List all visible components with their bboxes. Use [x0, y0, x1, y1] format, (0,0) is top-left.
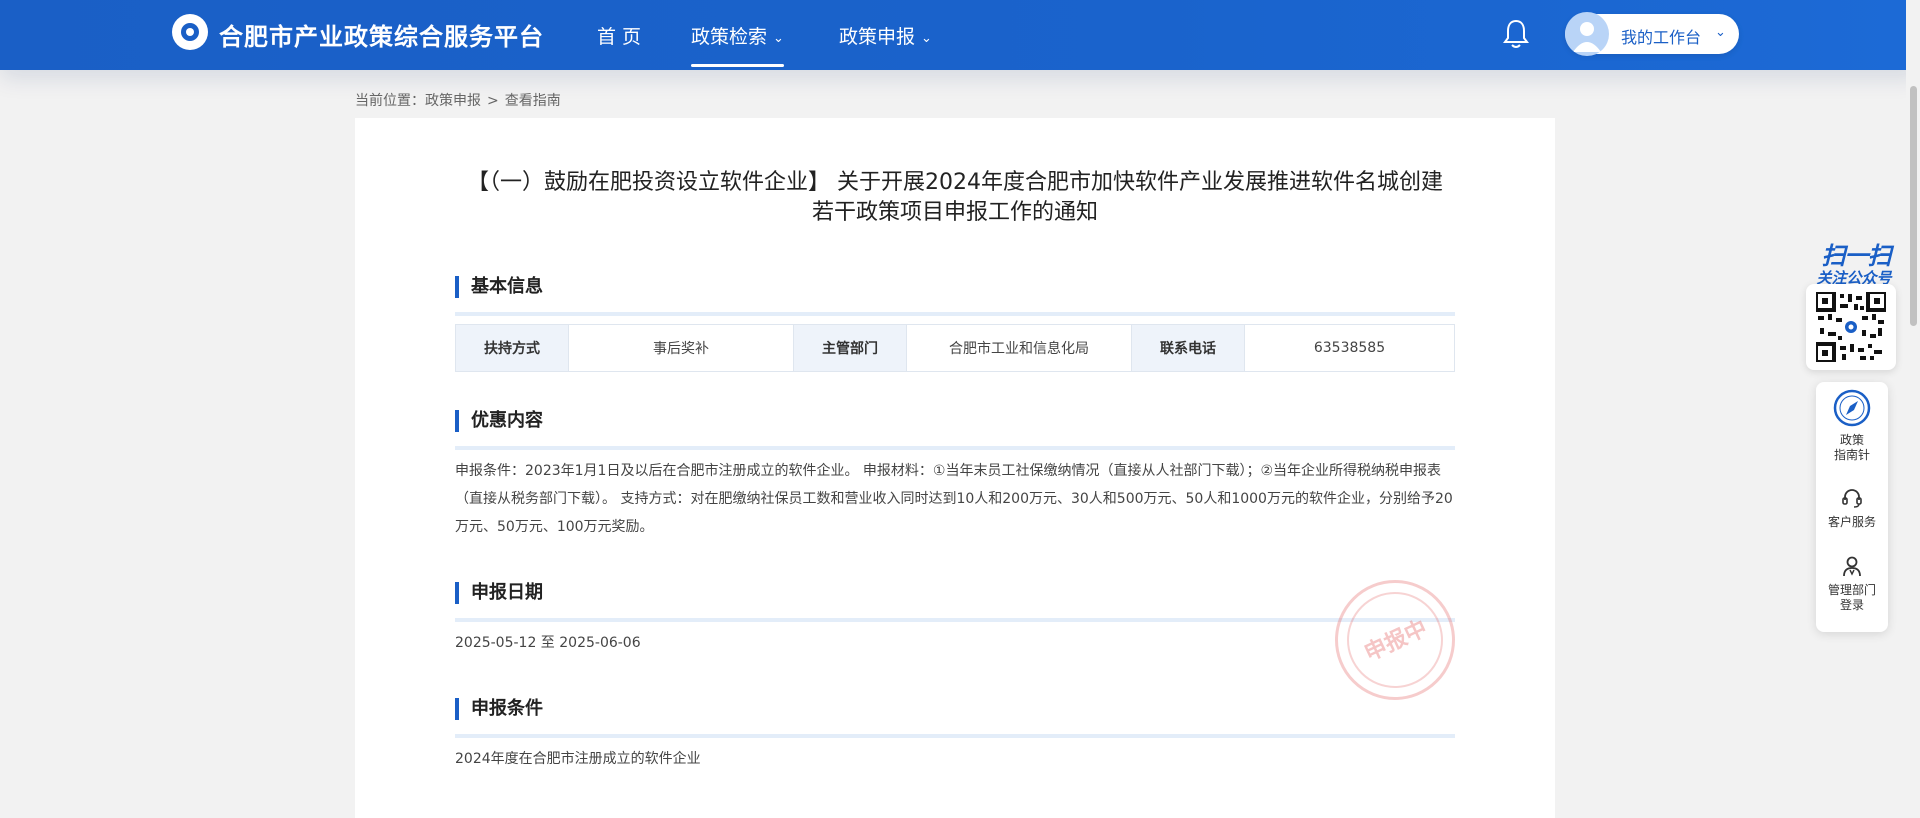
- headset-icon: [1842, 489, 1862, 508]
- breadcrumb-item-policy-apply[interactable]: 政策申报: [425, 93, 481, 109]
- breadcrumb-item-view-guide: 查看指南: [504, 93, 561, 109]
- info-key-phone: 联系电话: [1131, 324, 1245, 372]
- info-value-support-method: 事后奖补: [568, 324, 794, 372]
- workbench-label: 我的工作台: [1621, 28, 1702, 47]
- section-basic-info-heading: 基本信息: [455, 276, 543, 298]
- side-item-label: 政策: [1839, 433, 1864, 447]
- workbench-menu[interactable]: 我的工作台 ⌄: [1565, 12, 1739, 56]
- notice-card: 【（一）鼓励在肥投资设立软件企业】 关于开展2024年度合肥市加快软件产业发展推…: [355, 118, 1555, 818]
- benefits-line: （直接从税务部门下载）。 支持方式：对在肥缴纳社保员工数和营业收入同时达到10人…: [455, 491, 1453, 507]
- compass-icon: [1833, 389, 1871, 427]
- top-header: 合肥市产业政策综合服务平台 首 页 政策检索 ⌄ 政策申报 ⌄ 我的工作台 ⌄: [0, 0, 1920, 70]
- nav-home[interactable]: 首 页: [597, 22, 641, 49]
- user-icon: [1843, 556, 1861, 577]
- side-item-policy-compass[interactable]: 政策 指南针: [1816, 388, 1888, 463]
- apply-conditions-value: 2024年度在合肥市注册成立的软件企业: [455, 751, 701, 767]
- info-key-department: 主管部门: [793, 324, 907, 372]
- nav-policy-apply-label: 政策申报: [839, 26, 916, 48]
- nav-policy-apply[interactable]: 政策申报 ⌄: [839, 22, 932, 49]
- side-item-label: 管理部门: [1827, 583, 1876, 597]
- qr-title: 扫一扫: [1821, 242, 1892, 270]
- breadcrumb-separator: >: [487, 93, 499, 109]
- section-divider: [455, 734, 1455, 738]
- section-apply-conditions-heading: 申报条件: [455, 698, 543, 720]
- nav-policy-search[interactable]: 政策检索 ⌄: [691, 22, 784, 67]
- chevron-down-icon: ⌄: [773, 31, 784, 46]
- benefits-line: 万元、50万元、100万元奖励。: [455, 519, 654, 535]
- status-stamp-text: 申报中: [1360, 615, 1432, 667]
- notice-title-line1: 【（一）鼓励在肥投资设立软件企业】 关于开展2024年度合肥市加快软件产业发展推…: [467, 170, 1443, 195]
- section-divider: [455, 312, 1455, 316]
- benefits-line: 申报条件：2023年1月1日及以后在合肥市注册成立的软件企业。 申报材料：①当年…: [455, 463, 1441, 479]
- apply-date-value: 2025-05-12 至 2025-06-06: [455, 635, 641, 651]
- section-benefits-heading: 优惠内容: [455, 410, 543, 432]
- bell-icon[interactable]: [1502, 18, 1530, 50]
- side-item-label: 客户服务: [1827, 515, 1876, 529]
- floating-side-panel: 政策 指南针 客户服务 管理部门 登录: [1816, 382, 1888, 632]
- qr-code-icon: [1816, 292, 1886, 362]
- platform-logo-icon[interactable]: [172, 14, 208, 50]
- wechat-qr-widget[interactable]: 扫一扫 关注公众号: [1806, 232, 1896, 370]
- section-divider: [455, 618, 1455, 622]
- info-value-phone: 63538585: [1244, 324, 1455, 372]
- nav-policy-search-label: 政策检索: [691, 26, 768, 48]
- nav-home-label: 首 页: [597, 26, 642, 48]
- chevron-down-icon: ⌄: [921, 31, 932, 46]
- info-key-support-method: 扶持方式: [455, 324, 569, 372]
- benefits-text: 申报条件：2023年1月1日及以后在合肥市注册成立的软件企业。 申报材料：①当年…: [455, 457, 1455, 541]
- status-stamp: 申报中: [1335, 580, 1455, 700]
- section-apply-date-heading: 申报日期: [455, 582, 543, 604]
- chevron-down-icon: ⌄: [1715, 24, 1726, 39]
- avatar: [1565, 12, 1609, 56]
- side-item-label: 指南针: [1833, 448, 1870, 462]
- page-scrollbar-thumb[interactable]: [1910, 86, 1917, 326]
- notice-title-line2: 若干政策项目申报工作的通知: [811, 200, 1098, 225]
- notice-title: 【（一）鼓励在肥投资设立软件企业】 关于开展2024年度合肥市加快软件产业发展推…: [455, 168, 1455, 228]
- section-divider: [455, 446, 1455, 450]
- side-item-customer-service[interactable]: 客户服务: [1816, 486, 1888, 530]
- qr-code-frame: [1806, 284, 1896, 370]
- basic-info-table: 扶持方式 事后奖补 主管部门 合肥市工业和信息化局 联系电话 63538585: [455, 324, 1455, 372]
- breadcrumb: 当前位置：政策申报 > 查看指南: [355, 90, 567, 110]
- breadcrumb-prefix: 当前位置：: [355, 93, 425, 109]
- info-value-department: 合肥市工业和信息化局: [906, 324, 1132, 372]
- side-item-label: 登录: [1839, 598, 1864, 612]
- platform-brand[interactable]: 合肥市产业政策综合服务平台: [219, 17, 544, 52]
- side-item-admin-login[interactable]: 管理部门 登录: [1816, 554, 1888, 613]
